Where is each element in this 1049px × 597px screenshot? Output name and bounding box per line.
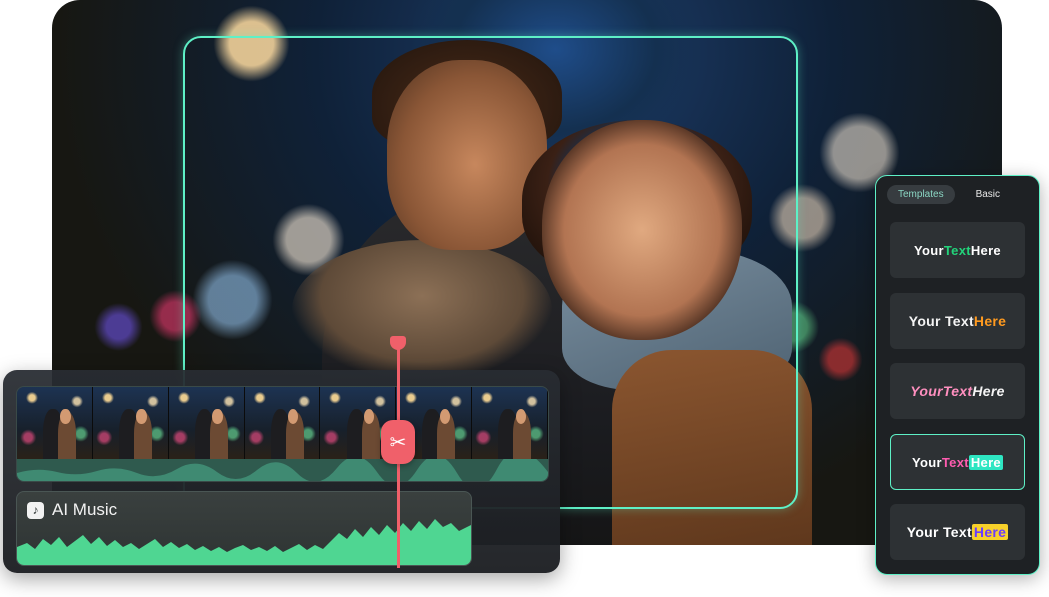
video-frame: [168, 387, 245, 459]
scissors-icon: ✂: [389, 431, 407, 454]
video-frame: [472, 387, 548, 459]
text-template-3[interactable]: Your Text Here: [890, 363, 1025, 419]
audio-waveform: [17, 519, 471, 565]
video-frame: [17, 387, 93, 459]
template-tabs: Templates Basic: [887, 185, 1011, 204]
tab-templates[interactable]: Templates: [887, 185, 955, 204]
tab-basic[interactable]: Basic: [965, 185, 1011, 204]
video-audio-waveform: [17, 459, 548, 481]
text-template-2[interactable]: Your Text Here: [890, 293, 1025, 349]
audio-track[interactable]: ♪ AI Music: [16, 491, 472, 566]
video-track[interactable]: [16, 386, 549, 482]
video-frame: [244, 387, 321, 459]
music-note-icon: ♪: [27, 501, 44, 519]
text-template-1[interactable]: Your Text Here: [890, 222, 1025, 278]
text-template-4[interactable]: Your Text Here: [890, 434, 1025, 490]
video-frame: [92, 387, 169, 459]
text-template-5[interactable]: Your Text Here: [890, 504, 1025, 560]
text-template-panel: Templates Basic Your Text Here Your Text…: [875, 175, 1040, 575]
filmstrip: [17, 387, 548, 459]
cut-button[interactable]: ✂: [381, 420, 415, 464]
timeline-panel: ♪ AI Music: [3, 370, 560, 573]
